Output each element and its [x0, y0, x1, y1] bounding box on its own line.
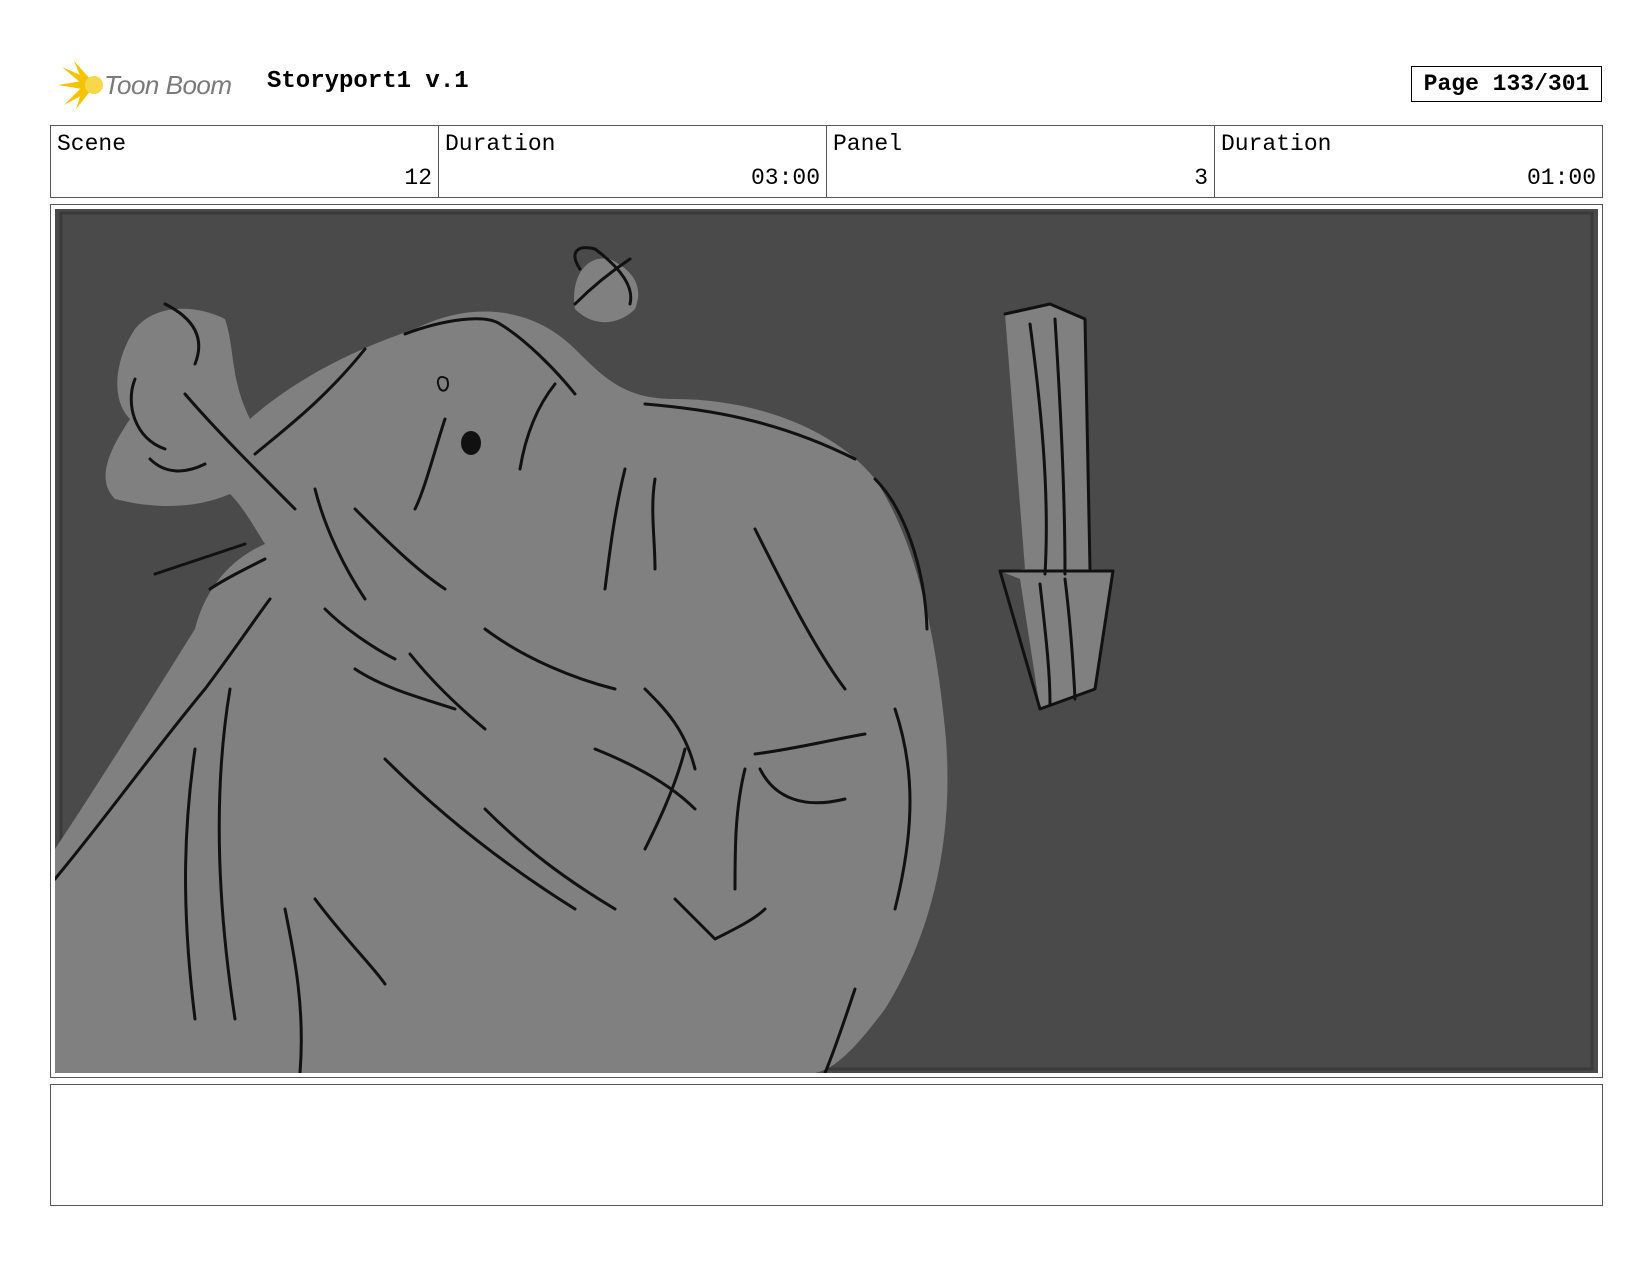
scene-value: 12: [404, 165, 432, 191]
panel-cell: Panel 3: [827, 126, 1215, 197]
starburst-icon: [58, 61, 103, 109]
logo-text: Toon Boom: [104, 69, 232, 100]
panel-duration-label: Duration: [1221, 131, 1332, 157]
scene-duration-label: Duration: [445, 131, 556, 157]
page-number: Page 133/301: [1411, 66, 1602, 102]
toon-boom-logo: Toon Boom: [54, 58, 254, 112]
scene-duration-value: 03:00: [750, 165, 820, 191]
scene-cell: Scene 12: [51, 126, 439, 197]
storyboard-panel: [50, 204, 1603, 1078]
project-title: Storyport1 v.1: [267, 68, 469, 95]
panel-sketch: [55, 209, 1598, 1073]
scene-info-table: Scene 12 Duration 03:00 Panel 3 Duration…: [50, 125, 1603, 198]
panel-duration-cell: Duration 01:00: [1215, 126, 1602, 197]
scene-label: Scene: [57, 131, 127, 157]
scene-duration-cell: Duration 03:00: [439, 126, 827, 197]
panel-label: Panel: [833, 131, 903, 157]
panel-duration-value: 01:00: [1526, 165, 1596, 191]
panel-notes[interactable]: [50, 1084, 1603, 1206]
panel-value: 3: [1194, 165, 1208, 191]
